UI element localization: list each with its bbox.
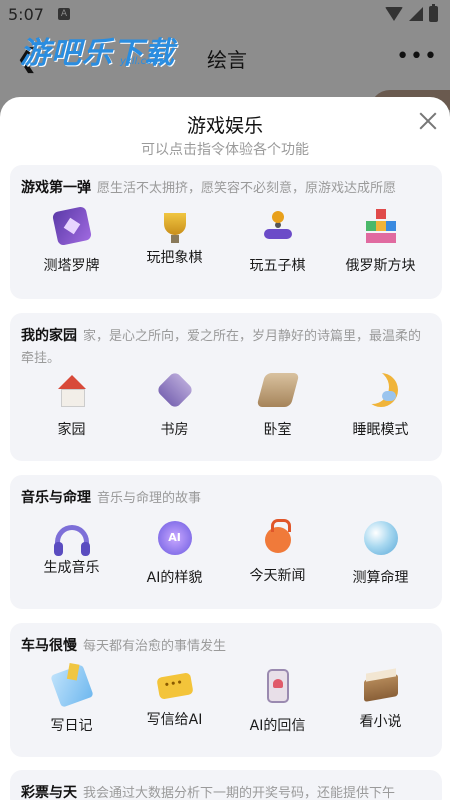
item-news[interactable]: 今天新闻 [226, 519, 329, 587]
book-icon [363, 674, 398, 702]
section-header: 音乐与命理 音乐与命理的故事 [21, 487, 432, 510]
item-fortune[interactable]: 测算命理 [329, 521, 432, 587]
ai-icon: AI [157, 521, 192, 555]
item-label: AI的回信 [249, 718, 306, 734]
item-label: 看小说 [359, 714, 402, 730]
diary-icon [49, 664, 94, 708]
item-label: 写信给AI [146, 712, 203, 728]
item-label: 家园 [57, 422, 86, 438]
section-title: 音乐与命理 [21, 490, 91, 506]
section-desc: 我会通过大数据分析下一期的开奖号码，还能提供下午 [83, 786, 396, 800]
status-bar: 5:07 A [0, 0, 450, 30]
item-tarot[interactable]: 测塔罗牌 [20, 205, 123, 275]
item-label: AI的样貌 [146, 570, 203, 586]
section-desc: 每天都有治愈的事情发生 [83, 639, 227, 654]
section-header: 彩票与天 我会通过大数据分析下一期的开奖号码，还能提供下午 [21, 782, 432, 800]
close-icon[interactable] [416, 109, 440, 133]
section-card-home: 我的家园 家，是心之所向，爱之所在，岁月静好的诗篇里，最温柔的牵挂。 家园 书房 … [10, 313, 442, 461]
item-label: 俄罗斯方块 [345, 258, 416, 274]
item-tetris[interactable]: 俄罗斯方块 [329, 209, 432, 275]
section-desc: 愿生活不太拥挤，愿笑容不必刻意，原游戏达成所愿 [97, 181, 397, 196]
signal-icon [409, 7, 423, 21]
bottom-sheet: 游戏娱乐 可以点击指令体验各个功能 游戏第一弹 愿生活不太拥挤，愿笑容不必刻意，原… [0, 97, 450, 800]
item-ai-look[interactable]: AI AI的样貌 [123, 521, 226, 587]
section-desc: 音乐与命理的故事 [97, 491, 202, 506]
item-letter-to-ai[interactable]: 写信给AI [123, 669, 226, 735]
section-title: 彩票与天 [21, 785, 77, 800]
section-header: 车马很慢 每天都有治愈的事情发生 [21, 635, 432, 658]
status-icons [385, 4, 438, 22]
section-card-slow-life: 车马很慢每天都有治愈的事情发生 写日记 写信给AI AI的回信 看小说 [10, 623, 442, 757]
section-items: 测塔罗牌 玩把象棋 玩五子棋 俄罗斯方块 [20, 205, 432, 275]
app-bar: ❮ 游吧乐下载 yxll.com 绘言 ••• [0, 30, 450, 100]
letter-icon [155, 672, 194, 700]
section-items: 家园 书房 卧室 睡眠模式 [20, 370, 432, 439]
item-label: 书房 [160, 422, 189, 438]
item-label: 玩把象棋 [146, 250, 203, 266]
crystal-ball-icon [363, 521, 398, 555]
section-card-games: 游戏第一弹 愿生活不太拥挤，愿笑容不必刻意，原游戏达成所愿 测塔罗牌 玩把象棋 玩… [10, 165, 442, 299]
battery-icon [429, 4, 438, 22]
watermark-domain: yxll.com [120, 56, 162, 67]
section-title: 我的家园 [21, 328, 77, 344]
section-items: 生成音乐 AI AI的样貌 今天新闻 测算命理 [20, 519, 432, 587]
moon-icon [364, 373, 398, 407]
section-items: 写日记 写信给AI AI的回信 看小说 [20, 664, 432, 735]
study-room-icon [155, 370, 194, 410]
item-study[interactable]: 书房 [123, 370, 226, 439]
item-label: 测塔罗牌 [43, 258, 100, 274]
item-label: 睡眠模式 [352, 422, 409, 438]
bedroom-icon [255, 373, 300, 407]
tetris-blocks-icon [363, 209, 398, 243]
section-header: 游戏第一弹 愿生活不太拥挤，愿笑容不必刻意，原游戏达成所愿 [21, 177, 432, 200]
item-gomoku[interactable]: 玩五子棋 [226, 209, 329, 275]
section-card-lottery: 彩票与天 我会通过大数据分析下一期的开奖号码，还能提供下午 [10, 770, 442, 800]
joystick-icon [261, 209, 295, 243]
item-chess[interactable]: 玩把象棋 [123, 209, 226, 275]
status-time: 5:07 [8, 5, 44, 24]
item-read-novel[interactable]: 看小说 [329, 669, 432, 735]
item-ai-reply[interactable]: AI的回信 [226, 669, 329, 735]
item-sleep-mode[interactable]: 睡眠模式 [329, 373, 432, 439]
item-home[interactable]: 家园 [20, 373, 123, 439]
item-write-diary[interactable]: 写日记 [20, 664, 123, 735]
news-icon [264, 519, 291, 553]
trophy-icon [163, 213, 186, 243]
headphones-icon [53, 525, 90, 556]
wifi-icon [385, 7, 403, 21]
notification-badge-icon: A [58, 8, 70, 20]
section-desc: 家，是心之所向，爱之所在，岁月静好的诗篇里，最温柔的牵挂。 [21, 329, 422, 366]
item-label: 玩五子棋 [249, 258, 306, 274]
item-label: 写日记 [50, 718, 93, 734]
item-label: 卧室 [263, 422, 292, 438]
house-icon [55, 373, 89, 407]
more-options-icon[interactable]: ••• [396, 44, 438, 69]
page-title: 绘言 [207, 48, 247, 72]
item-bedroom[interactable]: 卧室 [226, 373, 329, 439]
phone-letter-icon [266, 669, 289, 703]
sheet-subtitle: 可以点击指令体验各个功能 [141, 142, 309, 158]
tarot-icon [51, 205, 92, 247]
section-header: 我的家园 家，是心之所向，爱之所在，岁月静好的诗篇里，最温柔的牵挂。 [21, 325, 432, 370]
item-label: 生成音乐 [43, 560, 100, 576]
item-label: 今天新闻 [249, 568, 306, 584]
section-title: 游戏第一弹 [21, 180, 91, 196]
section-card-music: 音乐与命理 音乐与命理的故事 生成音乐 AI AI的样貌 今天新闻 测算命理 [10, 475, 442, 609]
item-generate-music[interactable]: 生成音乐 [20, 521, 123, 587]
sheet-title: 游戏娱乐 [186, 115, 263, 137]
item-label: 测算命理 [352, 570, 409, 586]
section-title: 车马很慢 [21, 638, 77, 654]
